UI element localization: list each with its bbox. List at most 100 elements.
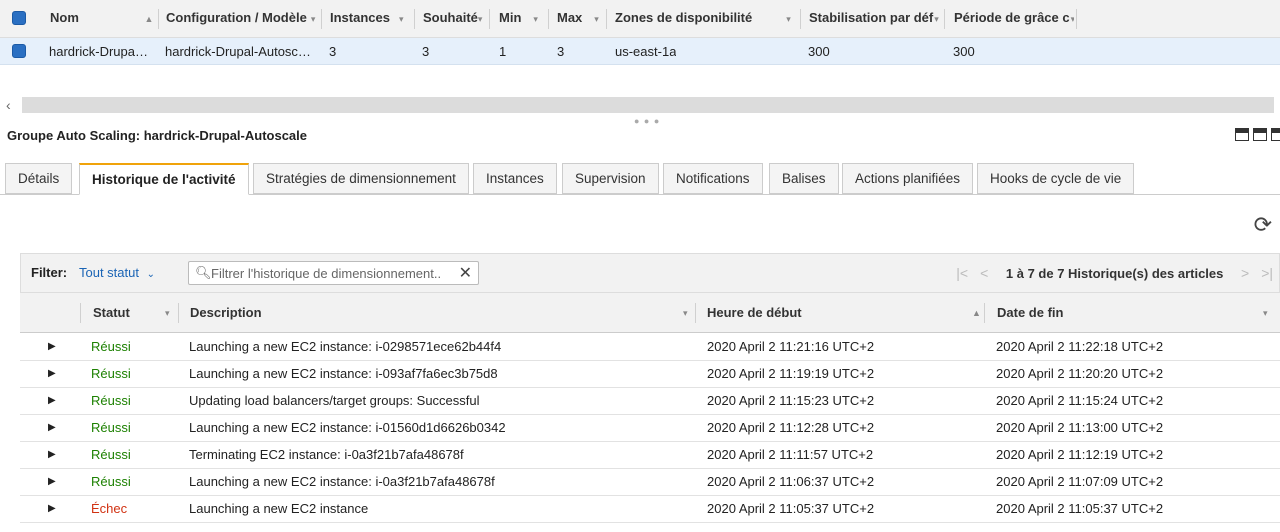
- column-divider[interactable]: [321, 9, 322, 29]
- filter-bar: Filter: Tout statut ⌄ 🔍︎ ✕ |< < 1 à 7 de …: [20, 253, 1280, 293]
- asg-table-header: Nom ▲ Configuration / Modèle ▾ Instances ▾…: [0, 0, 1280, 38]
- sort-up-icon: ▲: [144, 14, 154, 24]
- dropdown-icon[interactable]: ▾: [1263, 293, 1268, 333]
- col-instances-label: Instances: [330, 10, 390, 25]
- column-divider[interactable]: [158, 9, 159, 29]
- sort-up-icon[interactable]: ▲: [972, 293, 981, 333]
- asg-table-row[interactable]: hardrick-Drupa… hardrick-Drupal-Autosc… …: [0, 38, 1280, 65]
- tab-activity-history[interactable]: Historique de l'activité: [79, 163, 249, 195]
- row-checkbox[interactable]: [12, 44, 26, 58]
- dropdown-icon: ▾: [594, 14, 599, 24]
- column-divider[interactable]: [178, 303, 179, 323]
- layout-icon[interactable]: [1253, 128, 1267, 141]
- expand-caret-icon[interactable]: ▶: [48, 361, 56, 387]
- clear-icon[interactable]: ✕: [459, 263, 472, 283]
- table-row[interactable]: ▶ Réussi Launching a new EC2 instance: i…: [20, 469, 1280, 496]
- column-divider[interactable]: [80, 303, 81, 323]
- horizontal-scrollbar[interactable]: ‹: [0, 96, 1280, 114]
- activity-table-header: Statut ▾ Description ▾ Heure de début ▲ …: [20, 293, 1280, 333]
- col-config[interactable]: Configuration / Modèle ▾: [166, 0, 318, 38]
- last-page-icon[interactable]: >|: [1261, 265, 1273, 281]
- table-row[interactable]: ▶ Réussi Launching a new EC2 instance: i…: [20, 415, 1280, 442]
- first-page-icon[interactable]: |<: [956, 265, 968, 281]
- expand-caret-icon[interactable]: ▶: [48, 442, 56, 468]
- asg-instances: 3: [329, 44, 337, 59]
- scroll-left-icon[interactable]: ‹: [6, 96, 11, 114]
- expand-caret-icon[interactable]: ▶: [48, 469, 56, 495]
- col-name-label: Nom: [50, 10, 79, 25]
- tab-notifications[interactable]: Notifications: [663, 163, 763, 194]
- search-input[interactable]: [211, 264, 456, 282]
- dropdown-icon[interactable]: ▾: [683, 293, 688, 333]
- column-divider[interactable]: [984, 303, 985, 323]
- col-grace[interactable]: Période de grâce c▾: [954, 0, 1074, 38]
- col-end-date[interactable]: Date de fin: [997, 293, 1063, 333]
- col-stabilization[interactable]: Stabilisation par déf▾: [809, 0, 941, 38]
- column-divider[interactable]: [548, 9, 549, 29]
- panel-resize-handle[interactable]: ● ● ●: [634, 116, 660, 126]
- column-divider[interactable]: [800, 9, 801, 29]
- status-text: Réussi: [91, 420, 131, 435]
- col-max[interactable]: Max ▾: [557, 0, 605, 38]
- panel-title: Groupe Auto Scaling: hardrick-Drupal-Aut…: [7, 128, 308, 143]
- status-text: Échec: [91, 501, 128, 516]
- expand-caret-icon[interactable]: ▶: [48, 334, 56, 360]
- end-date-text: 2020 April 2 11:05:37 UTC+2: [996, 501, 1164, 516]
- description-text: Launching a new EC2 instance: i-01560d1d…: [189, 420, 506, 435]
- asg-name: hardrick-Drupa…: [49, 44, 148, 59]
- status-text: Réussi: [91, 393, 131, 408]
- prev-page-icon[interactable]: <: [980, 265, 988, 281]
- table-row[interactable]: ▶ Échec Launching a new EC2 instance 202…: [20, 496, 1280, 523]
- col-status[interactable]: Statut: [93, 293, 130, 333]
- next-page-icon[interactable]: >: [1241, 265, 1249, 281]
- start-time-text: 2020 April 2 11:06:37 UTC+2: [707, 474, 875, 489]
- tab-scheduled-actions[interactable]: Actions planifiées: [842, 163, 974, 194]
- tab-lifecycle-hooks[interactable]: Hooks de cycle de vie: [977, 163, 1135, 194]
- dropdown-icon: ▾: [533, 14, 538, 24]
- col-zones-label: Zones de disponibilité: [615, 10, 753, 25]
- table-row[interactable]: ▶ Réussi Updating load balancers/target …: [20, 388, 1280, 415]
- start-time-text: 2020 April 2 11:19:19 UTC+2: [707, 366, 875, 381]
- tab-details[interactable]: Détails: [5, 163, 73, 194]
- refresh-icon[interactable]: ⟳: [1254, 214, 1272, 236]
- status-filter-dropdown[interactable]: Tout statut ⌄: [79, 254, 155, 294]
- search-box: 🔍︎ ✕: [188, 261, 479, 285]
- layout-icon[interactable]: [1271, 128, 1280, 141]
- asg-stabilization: 300: [808, 44, 830, 59]
- start-time-text: 2020 April 2 11:12:28 UTC+2: [707, 420, 875, 435]
- tab-instances[interactable]: Instances: [473, 163, 557, 194]
- description-text: Terminating EC2 instance: i-0a3f21b7afa4…: [189, 447, 464, 462]
- col-desired[interactable]: Souhaité▾: [423, 0, 487, 38]
- column-divider[interactable]: [1076, 9, 1077, 29]
- column-divider[interactable]: [606, 9, 607, 29]
- column-divider[interactable]: [695, 303, 696, 323]
- expand-caret-icon[interactable]: ▶: [48, 415, 56, 441]
- col-start-time[interactable]: Heure de début: [707, 293, 802, 333]
- table-row[interactable]: ▶ Réussi Terminating EC2 instance: i-0a3…: [20, 442, 1280, 469]
- col-name[interactable]: Nom ▲: [50, 0, 155, 38]
- tab-scaling-policies[interactable]: Stratégies de dimensionnement: [253, 163, 469, 194]
- asg-config: hardrick-Drupal-Autosc…: [165, 44, 311, 59]
- col-description[interactable]: Description: [190, 293, 262, 333]
- tab-tags[interactable]: Balises: [769, 163, 839, 194]
- layout-icon[interactable]: [1235, 128, 1249, 141]
- col-instances[interactable]: Instances ▾: [330, 0, 412, 38]
- column-divider[interactable]: [489, 9, 490, 29]
- col-desired-label: Souhaité: [423, 10, 478, 25]
- expand-caret-icon[interactable]: ▶: [48, 496, 56, 522]
- column-divider[interactable]: [414, 9, 415, 29]
- dropdown-icon[interactable]: ▾: [165, 293, 170, 333]
- end-date-text: 2020 April 2 11:15:24 UTC+2: [996, 393, 1164, 408]
- asg-desired: 3: [422, 44, 430, 59]
- col-min[interactable]: Min ▾: [499, 0, 545, 38]
- table-row[interactable]: ▶ Réussi Launching a new EC2 instance: i…: [20, 361, 1280, 388]
- scrollbar-track[interactable]: [22, 97, 1274, 113]
- column-divider[interactable]: [944, 9, 945, 29]
- tab-monitoring[interactable]: Supervision: [562, 163, 659, 194]
- col-zones[interactable]: Zones de disponibilité ▾: [615, 0, 797, 38]
- select-all-checkbox[interactable]: [12, 11, 26, 25]
- asg-max: 3: [557, 44, 565, 59]
- expand-caret-icon[interactable]: ▶: [48, 388, 56, 414]
- search-icon: 🔍︎: [195, 265, 212, 280]
- table-row[interactable]: ▶ Réussi Launching a new EC2 instance: i…: [20, 334, 1280, 361]
